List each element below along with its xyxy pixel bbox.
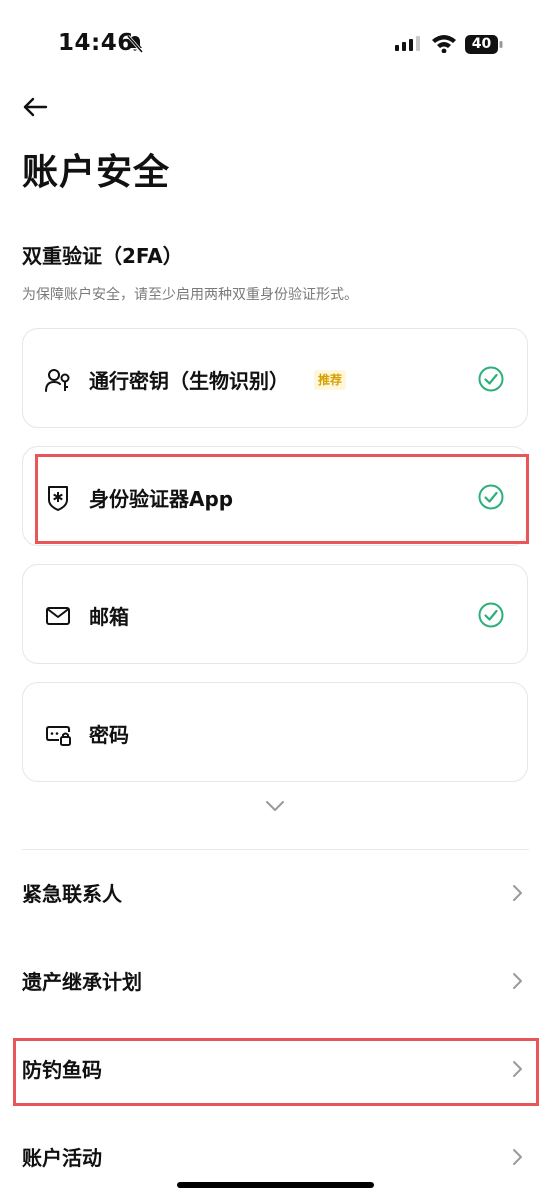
chevron-right-icon xyxy=(513,973,522,989)
twofa-item-label: 密码 xyxy=(89,723,129,747)
list-item-account-activity[interactable]: 账户活动 xyxy=(22,1132,528,1182)
twofa-item-label: 邮箱 xyxy=(89,605,129,629)
check-circle-icon xyxy=(478,602,504,628)
recommended-badge: 推荐 xyxy=(314,370,347,390)
twofa-item-password[interactable]: 密码 xyxy=(22,682,528,782)
twofa-section-title: 双重验证（2FA） xyxy=(22,244,183,268)
list-item-label: 紧急联系人 xyxy=(22,882,122,906)
back-arrow-icon[interactable] xyxy=(22,96,48,118)
list-item-emergency-contact[interactable]: 紧急联系人 xyxy=(22,868,528,918)
passkey-person-icon xyxy=(45,369,70,392)
password-lock-icon xyxy=(46,726,71,746)
status-time: 14:46 xyxy=(58,30,134,56)
bell-muted-icon xyxy=(126,35,144,53)
twofa-item-passkey[interactable]: 通行密钥（生物识别） 推荐 xyxy=(22,328,528,428)
battery-level: 40 xyxy=(471,36,492,52)
cellular-signal-icon xyxy=(395,36,420,51)
page-title: 账户安全 xyxy=(22,152,171,193)
twofa-item-email[interactable]: 邮箱 xyxy=(22,564,528,664)
chevron-down-icon[interactable] xyxy=(262,796,288,816)
list-item-label: 遗产继承计划 xyxy=(22,970,142,994)
envelope-icon xyxy=(46,607,70,625)
section-divider xyxy=(22,849,529,850)
chevron-right-icon xyxy=(513,1149,522,1165)
highlight-box-anti-phishing xyxy=(13,1038,539,1106)
wifi-icon xyxy=(432,35,456,53)
check-circle-icon xyxy=(478,366,504,392)
home-indicator[interactable] xyxy=(177,1182,374,1188)
list-item-label: 账户活动 xyxy=(22,1146,102,1170)
chevron-right-icon xyxy=(513,885,522,901)
list-item-inheritance-plan[interactable]: 遗产继承计划 xyxy=(22,956,528,1006)
twofa-section-description: 为保障账户安全，请至少启用两种双重身份验证形式。 xyxy=(22,287,358,303)
twofa-item-label: 通行密钥（生物识别） xyxy=(89,369,289,393)
highlight-box-authenticator xyxy=(35,454,529,544)
